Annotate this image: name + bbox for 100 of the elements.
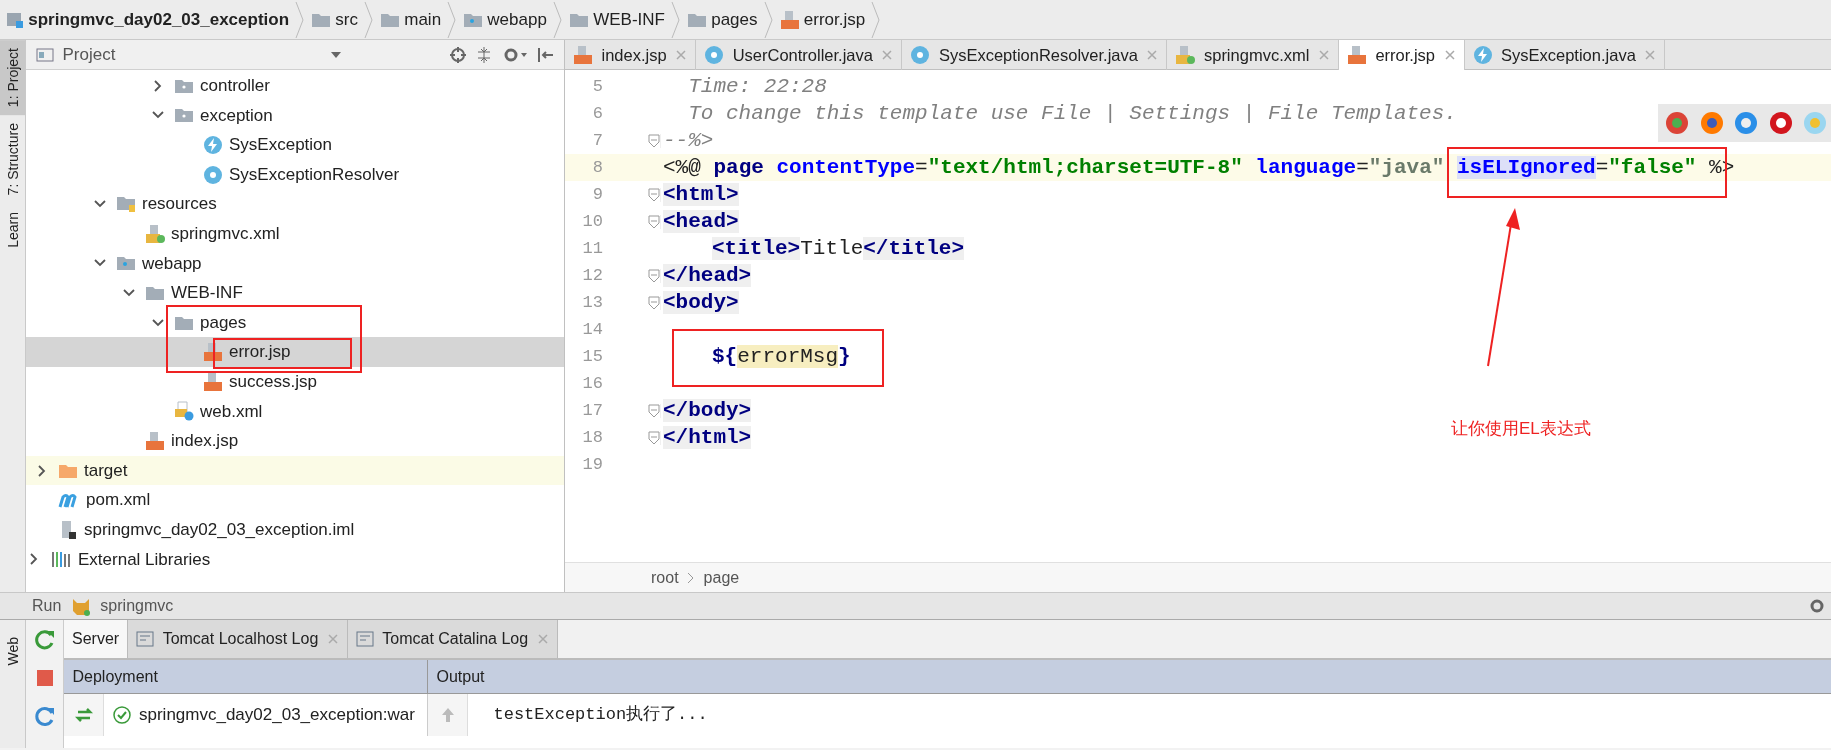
editor-tab[interactable]: error.jsp <box>1338 40 1465 70</box>
line-number: 14 <box>581 318 604 341</box>
tree-row[interactable]: index.jsp <box>26 426 564 456</box>
chevron-icon <box>871 0 882 40</box>
settings-icon <box>1809 598 1825 614</box>
breadcrumb-item[interactable]: page <box>703 565 740 590</box>
folder-icon <box>116 255 136 272</box>
browser-icon <box>1767 110 1794 136</box>
close-icon <box>1644 49 1657 61</box>
column-header: Deployment <box>64 660 428 693</box>
log-tab[interactable]: Server <box>64 620 129 658</box>
tree-row[interactable]: pages <box>26 307 564 338</box>
file-name: target <box>83 459 128 482</box>
folder-icon <box>568 11 589 28</box>
file-name: springmvc_day02_03_exception.iml <box>83 518 355 541</box>
tree-row[interactable]: controller <box>26 71 564 101</box>
tree-row[interactable]: External Libraries <box>26 544 564 575</box>
line-number: 16 <box>581 372 604 395</box>
line-number: 6 <box>591 102 604 125</box>
chevron-icon <box>670 0 681 40</box>
tool-window-tab[interactable]: Learn <box>0 203 25 256</box>
tree-row[interactable]: WEB-INF <box>26 278 564 308</box>
breadcrumb-item[interactable]: root <box>651 565 679 590</box>
file-name: External Libraries <box>77 548 211 571</box>
folder-icon <box>174 107 194 124</box>
folder-icon <box>116 195 136 214</box>
line-number: 15 <box>581 345 604 368</box>
module-icon <box>6 10 24 29</box>
file-icon <box>203 342 223 363</box>
tree-row[interactable]: error.jsp <box>26 337 564 367</box>
browser-icon <box>1698 110 1725 136</box>
tree-row[interactable]: springmvc_day02_03_exception.iml <box>26 514 564 545</box>
breadcrumb-item[interactable]: springmvc_day02_03_exception <box>0 0 296 40</box>
breadcrumb-item[interactable]: main <box>374 0 448 40</box>
breadcrumb-item[interactable]: WEB-INF <box>562 0 671 40</box>
rerun-icon <box>33 628 56 651</box>
folder-icon <box>145 284 165 301</box>
file-icon <box>203 371 223 392</box>
line-number: 13 <box>581 291 604 314</box>
file-name: web.xml <box>199 400 263 423</box>
chevron-icon <box>447 0 458 40</box>
line-number: 5 <box>591 75 604 98</box>
breadcrumb-item[interactable]: src <box>305 0 364 40</box>
line-number: 7 <box>591 129 604 152</box>
file-name: error.jsp <box>228 341 291 364</box>
tree-row[interactable]: SysException <box>26 130 564 160</box>
file-name: exception <box>199 104 273 127</box>
column-header: Output <box>435 666 486 687</box>
line-number: 19 <box>581 453 604 476</box>
class-icon <box>704 45 725 65</box>
file-name: SysException <box>228 134 332 157</box>
chevron-icon <box>364 0 374 40</box>
run-config-name[interactable]: springmvc <box>100 594 1801 618</box>
tree-row[interactable]: pom.xml <box>26 485 564 515</box>
folder-icon <box>311 11 332 28</box>
chevron-icon <box>763 0 774 40</box>
editor-tab[interactable]: index.jsp <box>565 40 697 70</box>
tree-row[interactable]: exception <box>26 100 564 131</box>
up-arrow-icon <box>439 706 456 724</box>
file-name: pom.xml <box>85 489 151 512</box>
log-tab[interactable]: Tomcat Localhost Log <box>128 620 348 658</box>
panel-title: Run <box>32 596 62 616</box>
folder-icon <box>174 77 194 94</box>
file-icon <box>573 45 593 65</box>
close-icon <box>881 49 894 61</box>
editor-tab[interactable]: SysExceptionResolver.java <box>902 40 1168 70</box>
browser-icon <box>1802 110 1828 136</box>
tree-row[interactable]: SysExceptionResolver <box>26 159 564 190</box>
file-name: webapp <box>141 252 202 275</box>
tree-row[interactable]: springmvc.xml <box>26 218 564 249</box>
close-icon <box>1443 49 1456 61</box>
tree-row[interactable]: resources <box>26 189 564 219</box>
log-tab[interactable]: Tomcat Catalina Log <box>347 620 558 658</box>
close-icon <box>675 49 688 61</box>
tree-row[interactable]: webapp <box>26 248 564 279</box>
file-icon <box>145 223 165 244</box>
deployment-name[interactable]: springmvc_day02_03_exception:war <box>139 702 415 728</box>
chevron-icon <box>687 571 696 584</box>
editor-tab[interactable]: SysException.java <box>1464 40 1666 70</box>
log-icon <box>136 631 155 647</box>
dropdown-caret-icon <box>329 50 342 59</box>
breadcrumb-item[interactable]: error.jsp <box>773 0 872 40</box>
editor-tab[interactable]: UserController.java <box>696 40 903 70</box>
tool-window-tab[interactable]: 7: Structure <box>0 115 25 204</box>
tree-row[interactable]: target <box>26 455 564 486</box>
tree-row[interactable]: success.jsp <box>26 366 564 397</box>
breadcrumb-item[interactable]: webapp <box>457 0 553 40</box>
file-name: springmvc.xml <box>170 223 280 245</box>
panel-title[interactable]: Project <box>62 41 116 68</box>
refresh-icon <box>33 704 56 727</box>
editor-tab[interactable]: springmvc.xml <box>1167 40 1339 70</box>
chevron-icon <box>295 0 306 40</box>
annotation-text: 让你使用EL表达式 <box>1451 418 1591 440</box>
console-output: testException执行了... <box>493 704 708 727</box>
folder-icon <box>174 314 194 331</box>
browser-icon <box>1733 110 1759 136</box>
class-icon <box>203 164 223 185</box>
tool-window-tab[interactable]: 1: Project <box>0 40 25 116</box>
breadcrumb-item[interactable]: pages <box>680 0 764 40</box>
tree-row[interactable]: web.xml <box>26 396 564 427</box>
